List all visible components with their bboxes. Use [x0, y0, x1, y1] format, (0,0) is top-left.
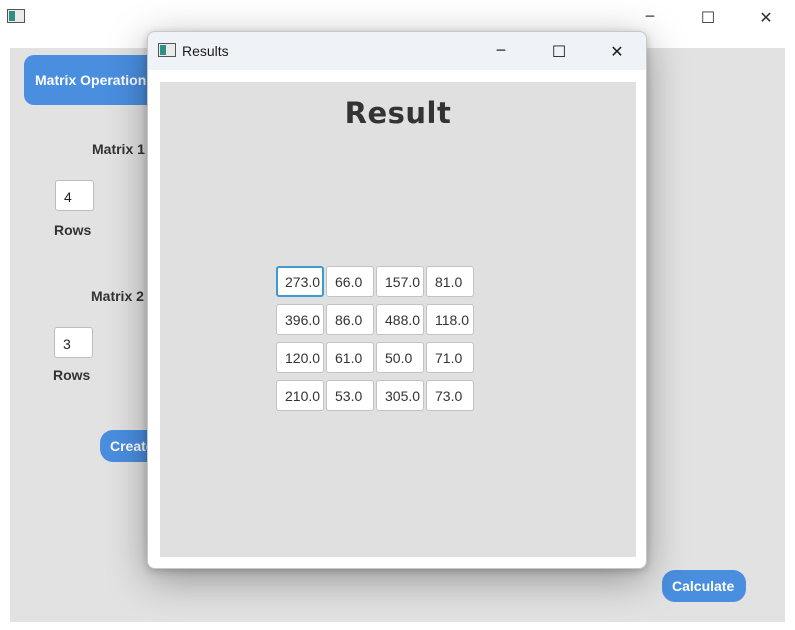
matrix-cell[interactable]: 488.0 — [376, 304, 424, 335]
app-icon — [7, 9, 25, 23]
results-panel: Result 273.0 66.0 157.0 81.0 396.0 86.0 … — [160, 82, 636, 557]
matrix-cell[interactable]: 305.0 — [376, 380, 424, 411]
result-heading: Result — [344, 96, 452, 130]
matrix-cell[interactable]: 86.0 — [326, 304, 374, 335]
matrix-cell[interactable]: 61.0 — [326, 342, 374, 373]
dialog-app-icon — [158, 43, 176, 57]
main-minimize-button[interactable]: ─ — [621, 0, 679, 34]
matrix-cell[interactable]: 53.0 — [326, 380, 374, 411]
dialog-title: Results — [182, 43, 229, 59]
matrix-cell[interactable]: 66.0 — [326, 266, 374, 297]
calculate-button[interactable]: Calculate — [662, 570, 746, 602]
result-matrix: 273.0 66.0 157.0 81.0 396.0 86.0 488.0 1… — [276, 266, 474, 411]
results-dialog-titlebar: Results ─ ☐ ✕ — [148, 32, 646, 70]
results-dialog: Results ─ ☐ ✕ Result 273.0 66.0 157.0 81… — [147, 31, 647, 569]
dialog-close-button[interactable]: ✕ — [588, 32, 646, 70]
matrix2-rows-label: Rows — [53, 367, 91, 383]
matrix2-rows-field[interactable]: 3 — [54, 327, 93, 358]
matrix1-label: Matrix 1 — [92, 141, 145, 157]
main-maximize-button[interactable]: ☐ — [679, 0, 737, 34]
matrix-cell[interactable]: 273.0 — [276, 266, 324, 297]
matrix-cell[interactable]: 50.0 — [376, 342, 424, 373]
matrix1-rows-field[interactable]: 4 — [55, 180, 94, 211]
matrix-cell[interactable]: 71.0 — [426, 342, 474, 373]
dialog-minimize-button[interactable]: ─ — [472, 32, 530, 70]
matrix-cell[interactable]: 396.0 — [276, 304, 324, 335]
matrix-cell[interactable]: 157.0 — [376, 266, 424, 297]
matrix-cell[interactable]: 210.0 — [276, 380, 324, 411]
matrix-cell[interactable]: 120.0 — [276, 342, 324, 373]
matrix1-rows-label: Rows — [54, 222, 92, 238]
matrix-cell[interactable]: 81.0 — [426, 266, 474, 297]
dialog-maximize-button[interactable]: ☐ — [530, 32, 588, 70]
main-close-button[interactable]: ✕ — [737, 0, 795, 34]
main-window-titlebar: ─ ☐ ✕ — [0, 0, 795, 34]
matrix-cell[interactable]: 118.0 — [426, 304, 474, 335]
matrix2-label: Matrix 2 — [91, 288, 144, 304]
matrix-cell[interactable]: 73.0 — [426, 380, 474, 411]
